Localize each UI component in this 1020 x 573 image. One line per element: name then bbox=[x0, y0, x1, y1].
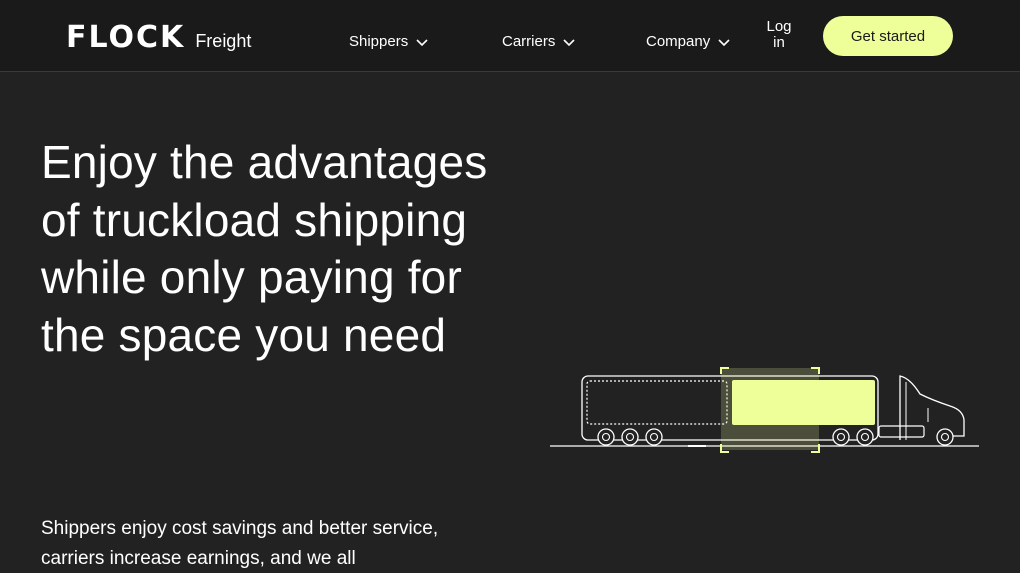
nav-shippers-label: Shippers bbox=[349, 32, 409, 50]
nav-carriers[interactable]: Carriers bbox=[502, 30, 575, 52]
wheel bbox=[936, 428, 954, 446]
nav-carriers-label: Carriers bbox=[502, 32, 556, 50]
login-label-line1: Log bbox=[766, 18, 792, 35]
navbar: FLOCK Freight Shippers Carriers Company … bbox=[0, 0, 1020, 72]
login-link[interactable]: Log in bbox=[760, 19, 798, 51]
chevron-down-icon bbox=[718, 38, 730, 46]
hero-headline: Enjoy the advantages of truckload shippi… bbox=[41, 136, 488, 361]
logo-wordmark: FLOCK bbox=[66, 20, 186, 55]
nav-company-label: Company bbox=[646, 32, 711, 50]
hero-subtext: Shippers enjoy cost savings and better s… bbox=[41, 518, 439, 569]
get-started-button[interactable]: Get started bbox=[823, 16, 953, 56]
load-block bbox=[732, 380, 875, 425]
nav-shippers[interactable]: Shippers bbox=[349, 30, 428, 52]
logo[interactable]: FLOCK Freight bbox=[66, 20, 252, 55]
chevron-down-icon bbox=[563, 38, 575, 46]
wheel bbox=[621, 428, 639, 446]
wheel bbox=[856, 428, 874, 446]
trailer-empty-space bbox=[586, 380, 728, 425]
login-label-line2: in bbox=[773, 34, 785, 51]
wheel bbox=[597, 428, 615, 446]
logo-subtitle: Freight bbox=[195, 31, 252, 51]
wheel bbox=[832, 428, 850, 446]
chevron-down-icon bbox=[416, 38, 428, 46]
truck-illustration bbox=[550, 367, 979, 453]
cab-fuel-tank bbox=[878, 425, 925, 438]
wheel bbox=[645, 428, 663, 446]
truck-cab bbox=[899, 375, 965, 440]
nav-company[interactable]: Company bbox=[646, 30, 730, 52]
